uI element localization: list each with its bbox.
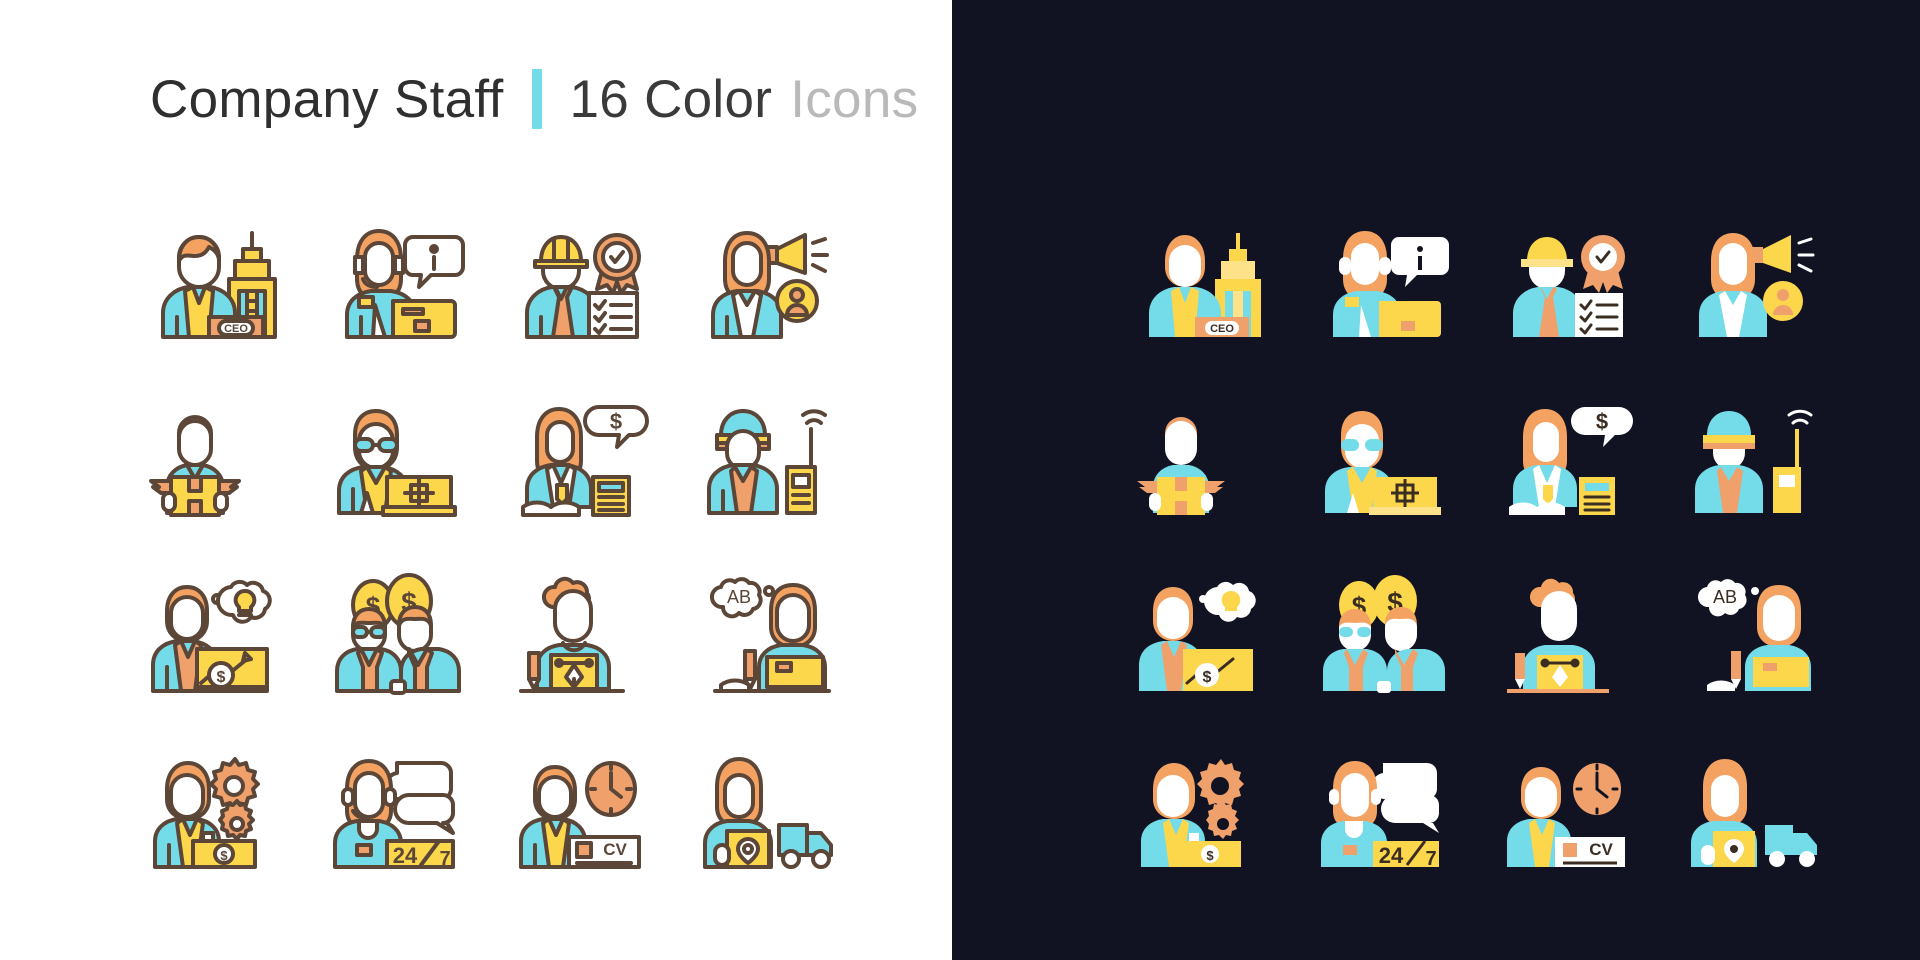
icon-engineer-certified[interactable] xyxy=(494,200,670,376)
svg-text:$: $ xyxy=(1206,848,1214,863)
title-word-text: Icons xyxy=(790,69,919,129)
title-separator-bar xyxy=(531,69,542,129)
dark-theme-panel: CEO $ $ $ $ AB $ 24 7 CV xyxy=(952,0,1920,960)
icon-graphic-designer[interactable] xyxy=(494,552,670,728)
icon-security-guard[interactable] xyxy=(678,376,854,552)
svg-text:24: 24 xyxy=(1379,843,1404,868)
icon-support-24-7-dark[interactable]: 24 7 xyxy=(1296,728,1472,904)
icon-marketing-promoter[interactable] xyxy=(678,200,854,376)
icon-hr-recruiter-dark[interactable]: CV xyxy=(1480,728,1656,904)
dark-icon-grid: CEO $ $ $ $ AB $ 24 7 CV xyxy=(1112,200,1840,904)
svg-text:$: $ xyxy=(1596,409,1608,434)
icon-business-analyst[interactable]: $ xyxy=(126,552,302,728)
icon-business-analyst-dark[interactable]: $ xyxy=(1112,552,1288,728)
light-theme-panel: Company Staff 16 Color Icons CEO $ $ $ $… xyxy=(0,0,952,960)
accountant-dollar-text: $ xyxy=(610,409,622,434)
icon-set-page: Company Staff 16 Color Icons CEO $ $ $ $… xyxy=(0,0,1920,960)
title-main-text: Company Staff xyxy=(150,69,504,129)
icon-courier-delivery[interactable] xyxy=(126,376,302,552)
recruiter-cv-text: CV xyxy=(603,840,627,859)
ceo-badge-text: CEO xyxy=(224,323,248,335)
icon-it-specialist[interactable] xyxy=(310,376,486,552)
icon-ceo-executive-dark[interactable]: CEO xyxy=(1112,200,1288,376)
icon-marketing-promoter-dark[interactable] xyxy=(1664,200,1840,376)
icon-support-24-7[interactable]: 24 7 xyxy=(310,728,486,904)
icon-accountant[interactable]: $ xyxy=(494,376,670,552)
icon-investors-pair-dark[interactable]: $ $ xyxy=(1296,552,1472,728)
icon-translator-dark[interactable]: AB xyxy=(1664,552,1840,728)
svg-text:$: $ xyxy=(1203,669,1212,686)
icon-delivery-driver[interactable] xyxy=(678,728,854,904)
icon-translator[interactable]: AB xyxy=(678,552,854,728)
icon-it-specialist-dark[interactable] xyxy=(1296,376,1472,552)
svg-text:7: 7 xyxy=(1425,848,1436,870)
icon-delivery-driver-dark[interactable] xyxy=(1664,728,1840,904)
svg-text:24: 24 xyxy=(393,843,418,868)
title-count-text: 16 Color xyxy=(569,69,773,129)
translator-ab-text: AB xyxy=(727,587,751,607)
icon-hr-recruiter[interactable]: CV xyxy=(494,728,670,904)
light-icon-grid: CEO $ $ $ $ AB $ 24 7 CV xyxy=(126,200,854,904)
icon-accountant-dark[interactable]: $ xyxy=(1480,376,1656,552)
svg-text:7: 7 xyxy=(439,848,450,870)
analyst-dollar-text: $ xyxy=(217,669,226,686)
icon-call-center-agent[interactable] xyxy=(310,200,486,376)
icon-investors-pair[interactable]: $ $ xyxy=(310,552,486,728)
manager-dollar-text: $ xyxy=(220,848,228,863)
svg-text:CEO: CEO xyxy=(1210,323,1234,335)
svg-text:CV: CV xyxy=(1589,840,1613,859)
svg-text:AB: AB xyxy=(1713,587,1737,607)
icon-engineer-certified-dark[interactable] xyxy=(1480,200,1656,376)
icon-graphic-designer-dark[interactable] xyxy=(1480,552,1656,728)
icon-operations-manager-dark[interactable]: $ xyxy=(1112,728,1288,904)
icon-courier-delivery-dark[interactable] xyxy=(1112,376,1288,552)
icon-call-center-agent-dark[interactable] xyxy=(1296,200,1472,376)
page-title: Company Staff 16 Color Icons xyxy=(150,62,918,136)
icon-operations-manager[interactable]: $ xyxy=(126,728,302,904)
icon-security-guard-dark[interactable] xyxy=(1664,376,1840,552)
icon-ceo-executive[interactable]: CEO xyxy=(126,200,302,376)
